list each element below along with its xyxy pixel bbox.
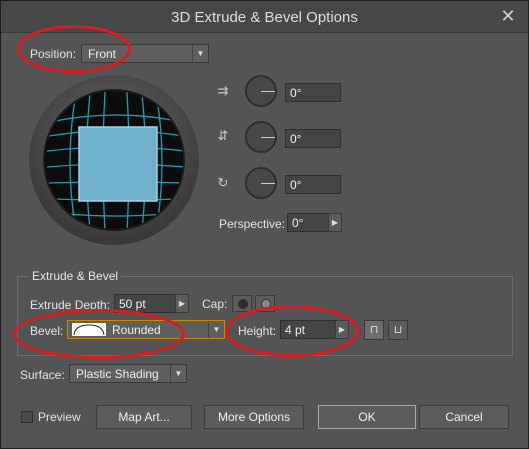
position-value: Front <box>88 47 117 61</box>
perspective-label: Perspective: <box>219 217 286 231</box>
trackball-sphere <box>43 89 185 231</box>
y-rotation-field[interactable]: 0° <box>285 129 341 148</box>
x-rotation-dial[interactable] <box>245 75 277 107</box>
cap-off-icon <box>261 299 271 309</box>
map-art-button[interactable]: Map Art... <box>96 405 192 429</box>
perspective-stepper-icon[interactable]: ▶ <box>328 213 342 232</box>
surface-value: Plastic Shading <box>76 367 159 381</box>
preview-label: Preview <box>38 410 81 424</box>
extrude-bevel-title: Extrude & Bevel <box>29 269 122 283</box>
bevel-value: Rounded <box>112 323 161 337</box>
surface-dropdown[interactable]: Plastic Shading ▼ <box>69 364 187 383</box>
dialog-title: 3D Extrude & Bevel Options <box>171 9 358 26</box>
bevel-extent-out-icon[interactable]: ⊓ <box>364 320 384 340</box>
chevron-down-icon: ▼ <box>192 45 208 62</box>
extrude-depth-stepper-icon[interactable]: ▶ <box>175 294 189 313</box>
z-rotation-field[interactable]: 0° <box>285 175 341 194</box>
title-bar[interactable]: 3D Extrude & Bevel Options ✕ <box>1 1 528 33</box>
height-label: Height: <box>238 324 277 338</box>
cap-label: Cap: <box>202 297 228 311</box>
dialog-window: 3D Extrude & Bevel Options ✕ Position: F… <box>0 0 529 449</box>
bevel-dropdown[interactable]: Rounded ▼ <box>67 320 225 339</box>
perspective-field[interactable]: 0° <box>287 213 329 232</box>
chevron-down-icon: ▼ <box>208 321 224 338</box>
extrude-bevel-group <box>17 276 513 356</box>
close-icon[interactable]: ✕ <box>498 6 518 26</box>
cube-face <box>78 126 158 202</box>
y-rotation-dial[interactable] <box>245 121 277 153</box>
position-dropdown[interactable]: Front ▼ <box>81 44 209 63</box>
height-field[interactable]: 4 pt <box>280 320 336 339</box>
chevron-down-icon: ▼ <box>170 365 186 382</box>
rotation-trackball[interactable] <box>29 75 199 245</box>
z-rotation-dial[interactable] <box>245 167 277 199</box>
bevel-preview-icon <box>72 323 106 336</box>
bevel-label: Bevel: <box>30 324 64 338</box>
extrude-depth-label: Extrude Depth: <box>30 298 111 312</box>
preview-checkbox[interactable] <box>21 411 33 423</box>
cap-on-icon <box>238 299 248 309</box>
trackball-grid <box>46 91 183 229</box>
z-axis-rotate-icon: ↻ <box>217 175 229 190</box>
x-axis-rotate-icon: ⇉ <box>217 83 229 98</box>
height-stepper-icon[interactable]: ▶ <box>335 320 349 339</box>
bevel-extent-in-icon[interactable]: ⊔ <box>388 320 408 340</box>
cap-off-button[interactable] <box>255 295 275 312</box>
x-rotation-field[interactable]: 0° <box>285 83 341 102</box>
y-axis-rotate-icon: ⇵ <box>217 128 229 143</box>
surface-label: Surface: <box>20 368 65 382</box>
more-options-button[interactable]: More Options <box>204 405 304 429</box>
extrude-depth-field[interactable]: 50 pt <box>114 294 176 313</box>
cap-on-button[interactable] <box>232 295 252 312</box>
cancel-button[interactable]: Cancel <box>419 405 509 429</box>
ok-button[interactable]: OK <box>318 405 416 429</box>
position-label: Position: <box>30 47 77 61</box>
